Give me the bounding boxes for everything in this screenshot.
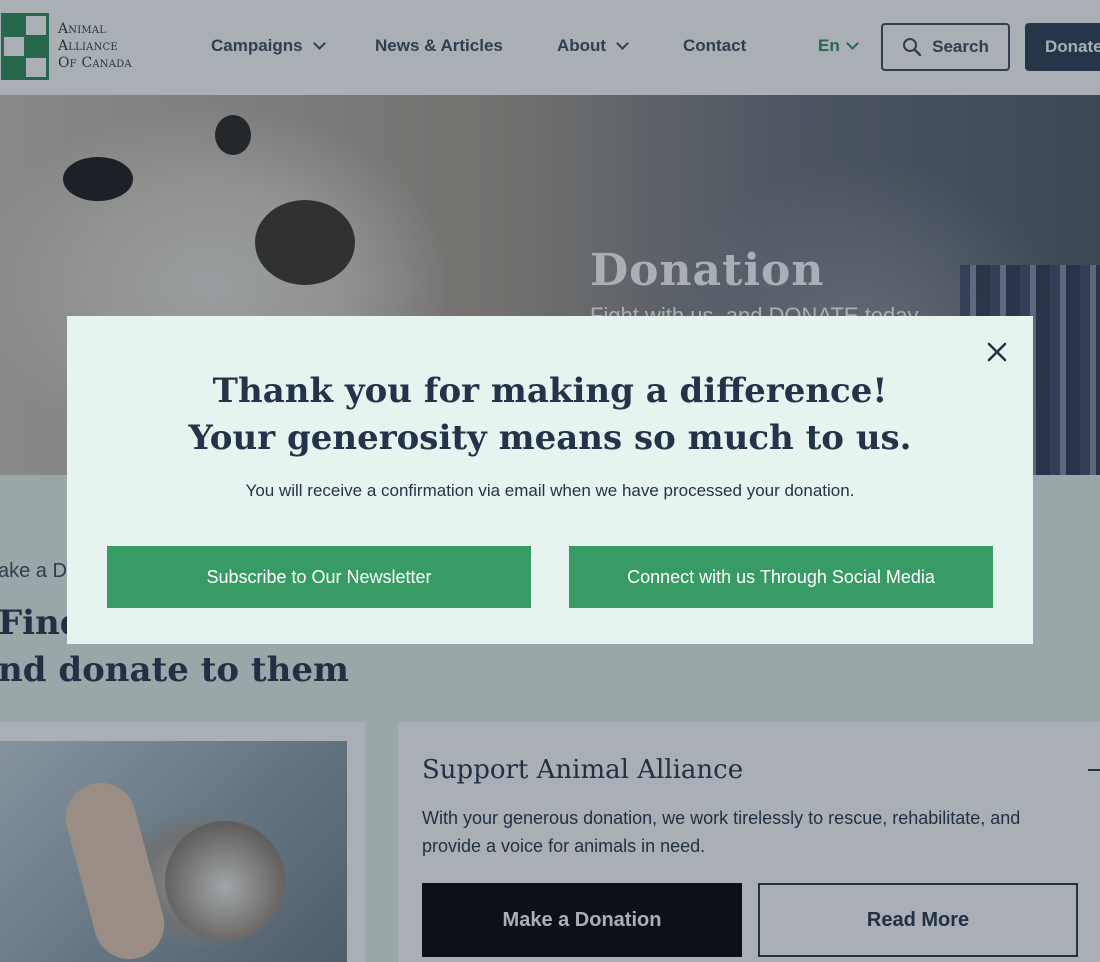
subscribe-newsletter-button[interactable]: Subscribe to Our Newsletter	[107, 546, 531, 608]
social-media-button[interactable]: Connect with us Through Social Media	[569, 546, 993, 608]
modal-message: You will receive a confirmation via emai…	[245, 481, 855, 500]
social-media-label: Connect with us Through Social Media	[627, 566, 935, 587]
modal-title-line-1: Thank you for making a difference!	[212, 371, 888, 411]
subscribe-newsletter-label: Subscribe to Our Newsletter	[206, 566, 432, 587]
thank-you-modal: Thank you for making a difference! Your …	[67, 316, 1033, 644]
modal-title: Thank you for making a difference! Your …	[67, 368, 1033, 462]
close-icon[interactable]	[986, 341, 1008, 363]
modal-title-line-2: Your generosity means so much to us.	[188, 418, 912, 458]
